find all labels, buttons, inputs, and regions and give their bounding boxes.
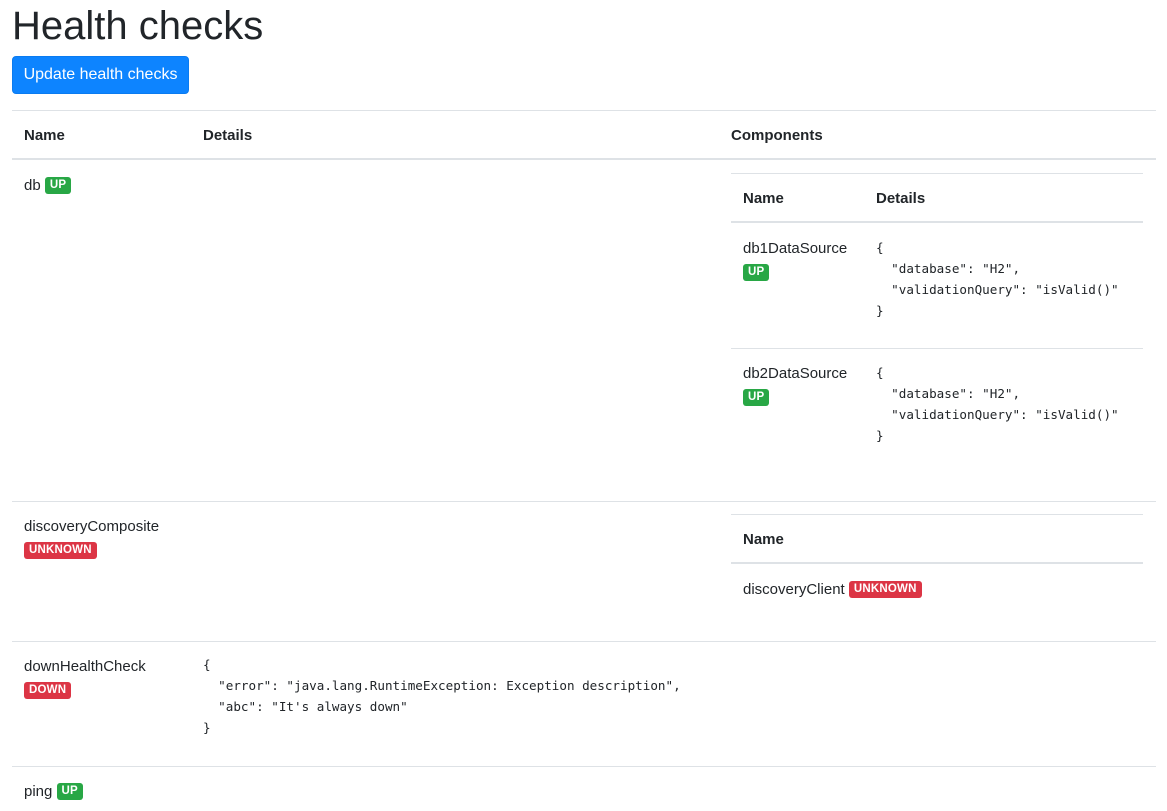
- status-badge-up: UP: [56, 783, 83, 800]
- column-header-details: Details: [203, 127, 253, 144]
- row-divider: [12, 501, 1156, 502]
- component-row: discoveryClient UNKNOWN: [743, 580, 922, 600]
- component-row-divider: [731, 348, 1143, 349]
- status-badge-unknown: UNKNOWN: [848, 581, 922, 598]
- component-details-json: { "database": "H2", "validationQuery": "…: [876, 365, 1119, 443]
- column-header-components: Components: [731, 127, 823, 144]
- health-details-json: { "error": "java.lang.RuntimeException: …: [203, 657, 681, 735]
- table-header-border: [12, 158, 1156, 160]
- status-badge-down: DOWN: [24, 682, 72, 699]
- row-divider: [12, 766, 1156, 767]
- component-header-details: Details: [876, 190, 926, 207]
- row-divider: [12, 641, 1156, 642]
- table-row: ping UP: [24, 782, 83, 802]
- row-name-cell: db UP: [24, 176, 72, 196]
- component-name: db1DataSource: [743, 240, 848, 257]
- health-name: discoveryComposite: [24, 518, 160, 535]
- components-top-border: [731, 173, 1143, 174]
- status-badge-up: UP: [44, 177, 72, 194]
- components-top-border: [731, 514, 1143, 515]
- health-name: db: [24, 177, 41, 194]
- components-header-border: [731, 562, 1143, 564]
- column-header-name: Name: [24, 127, 65, 144]
- component-header-name: Name: [743, 190, 784, 207]
- health-name: ping: [24, 783, 53, 800]
- status-badge-up: UP: [743, 389, 770, 406]
- component-name: discoveryClient: [743, 581, 845, 598]
- component-details-json: { "database": "H2", "validationQuery": "…: [876, 240, 1119, 318]
- table-top-border: [12, 110, 1156, 111]
- health-name: downHealthCheck: [24, 658, 146, 675]
- update-health-checks-button[interactable]: Update health checks: [12, 56, 189, 94]
- status-badge-up: UP: [743, 264, 770, 281]
- page-title: Health checks: [12, 4, 264, 48]
- components-header-border: [731, 221, 1143, 223]
- status-badge-unknown: UNKNOWN: [24, 542, 97, 559]
- component-header-name: Name: [743, 531, 784, 548]
- component-name: db2DataSource: [743, 365, 848, 382]
